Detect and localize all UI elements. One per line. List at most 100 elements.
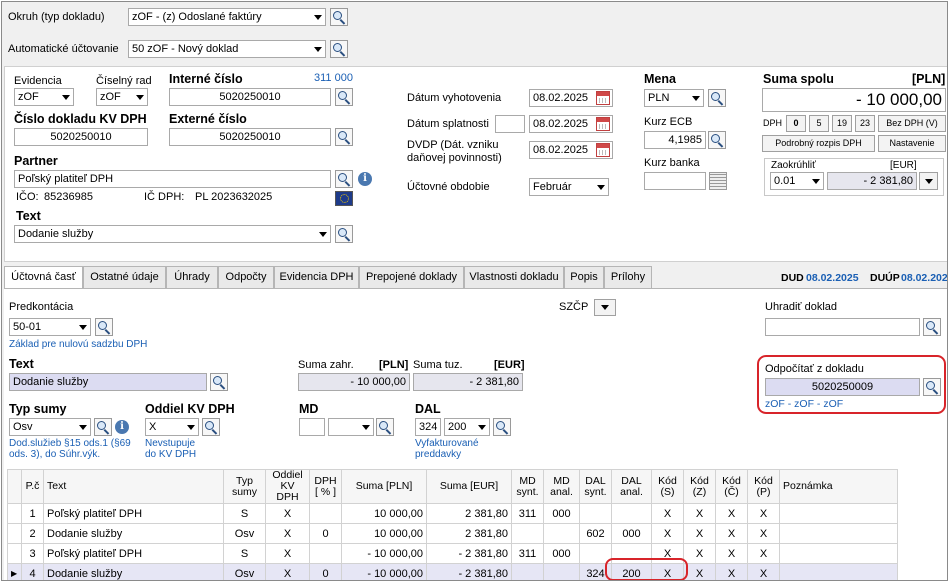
ecb-input[interactable]: 4,1985 — [644, 131, 706, 149]
table-cell[interactable]: Dodanie služby — [43, 563, 224, 580]
table-cell[interactable]: Poľský platiteľ DPH — [43, 503, 224, 524]
nastavenie-button[interactable]: Nastavenie — [878, 135, 946, 152]
table-cell[interactable]: X — [747, 563, 780, 580]
mena-select[interactable]: PLN — [644, 89, 704, 107]
table-cell[interactable]: X — [747, 543, 780, 564]
table-cell[interactable]: X — [715, 563, 748, 580]
banka-input[interactable] — [644, 172, 706, 190]
row-selector[interactable] — [7, 523, 22, 544]
interne-input[interactable]: 5020250010 — [169, 88, 331, 106]
grid-col-md-anal[interactable]: MD anal. — [543, 469, 580, 504]
sumatuz-input[interactable]: - 2 381,80 — [413, 373, 523, 391]
grid-col-poznamka[interactable]: Poznámka — [779, 469, 898, 504]
typ-lookup-icon[interactable] — [94, 418, 112, 436]
table-cell[interactable]: X — [265, 503, 310, 524]
predkont-lookup-icon[interactable] — [95, 318, 113, 336]
md-synt-input[interactable] — [299, 418, 325, 436]
table-cell[interactable]: 2 381,80 — [426, 503, 512, 524]
table-cell[interactable]: 2 381,80 — [426, 523, 512, 544]
sum-total-input[interactable]: - 10 000,00 — [762, 88, 946, 112]
szcp-dropdown-button[interactable] — [594, 299, 616, 316]
md-anal-select[interactable] — [328, 418, 374, 436]
externe-lookup-icon[interactable] — [335, 128, 353, 146]
dal-synt-input[interactable]: 324 — [415, 418, 441, 436]
table-cell[interactable]: X — [747, 503, 780, 524]
table-cell[interactable] — [309, 503, 342, 524]
table-cell[interactable]: X — [715, 523, 748, 544]
table-cell[interactable]: 311 — [511, 543, 544, 564]
tab-odpocty[interactable]: Odpočty — [218, 266, 274, 288]
table-row[interactable]: 2 Dodanie služby Osv X 0 10 000,00 2 381,80 602… — [7, 523, 898, 544]
kvdph-input[interactable]: 5020250010 — [14, 128, 148, 146]
table-cell[interactable]: X — [265, 523, 310, 544]
table-cell[interactable]: X — [715, 543, 748, 564]
table-cell[interactable]: 000 — [543, 543, 580, 564]
dvdp-calendar-icon[interactable] — [596, 143, 610, 157]
dph-rate-5-button[interactable]: 5 — [809, 115, 829, 132]
oddiel-select[interactable]: X — [145, 418, 199, 436]
okruh-lookup-icon[interactable] — [330, 8, 348, 26]
table-cell[interactable]: 2 — [21, 523, 44, 544]
partner-info-icon[interactable]: i — [358, 172, 372, 186]
vyhot-calendar-icon[interactable] — [596, 91, 610, 105]
tab-popis[interactable]: Popis — [564, 266, 604, 288]
text-select[interactable]: Dodanie služby — [14, 225, 331, 243]
okruh-select[interactable]: zOF - (z) Odoslané faktúry — [128, 8, 326, 26]
table-row[interactable]: 3 Poľský platiteľ DPH S X - 10 000,00- 2 381… — [7, 543, 898, 564]
evidencia-select[interactable]: zOF — [14, 88, 74, 106]
table-cell[interactable]: 1 — [21, 503, 44, 524]
table-cell[interactable]: X — [651, 523, 684, 544]
dph-rate-0-button[interactable]: 0 — [786, 115, 806, 132]
table-cell[interactable] — [511, 563, 544, 580]
table-cell[interactable]: 311 — [511, 503, 544, 524]
obdobie-select[interactable]: Február — [529, 178, 609, 196]
table-cell[interactable]: - 10 000,00 — [341, 543, 427, 564]
dal-lookup-icon[interactable] — [493, 418, 511, 436]
table-cell[interactable]: S — [223, 543, 266, 564]
grid-col-kod-s[interactable]: Kód (S) — [651, 469, 684, 504]
table-cell[interactable] — [779, 523, 898, 544]
tab-prepojene-doklady[interactable]: Prepojené doklady — [359, 266, 464, 288]
grid-col-suma-eur[interactable]: Suma [EUR] — [426, 469, 512, 504]
rozpis-dph-button[interactable]: Podrobný rozpis DPH — [762, 135, 875, 152]
grid-col-kod-p[interactable]: Kód (P) — [747, 469, 780, 504]
table-cell[interactable]: 0 — [309, 523, 342, 544]
table-row[interactable]: ▶ 4 Dodanie služby Osv X 0- 10 000,00- 2 381,… — [7, 563, 898, 580]
table-cell[interactable]: X — [747, 523, 780, 544]
uhradit-lookup-icon[interactable] — [923, 318, 941, 336]
grid-col-kod-z[interactable]: Kód (Z) — [683, 469, 716, 504]
table-cell[interactable]: X — [683, 503, 716, 524]
table-cell[interactable]: - 2 381,80 — [426, 563, 512, 580]
uhradit-input[interactable] — [765, 318, 920, 336]
table-cell[interactable]: Poľský platiteľ DPH — [43, 543, 224, 564]
tab-evidencia-dph[interactable]: Evidencia DPH — [274, 266, 359, 288]
dph-rate-19-button[interactable]: 19 — [832, 115, 852, 132]
table-cell[interactable]: X — [683, 523, 716, 544]
md-lookup-icon[interactable] — [376, 418, 394, 436]
table-cell[interactable]: Osv — [223, 523, 266, 544]
row-selector[interactable] — [7, 503, 22, 524]
table-cell[interactable] — [579, 503, 612, 524]
table-cell[interactable]: 602 — [579, 523, 612, 544]
tab-vlastnosti-dokladu[interactable]: Vlastnosti dokladu — [464, 266, 564, 288]
zaokr-dropdown-button[interactable] — [919, 172, 938, 190]
table-cell[interactable]: Osv — [223, 563, 266, 580]
tab-ostatne-udaje[interactable]: Ostatné údaje — [83, 266, 166, 288]
grid-col-dal-anal[interactable]: DAL anal. — [611, 469, 652, 504]
text-lookup-icon[interactable] — [335, 225, 353, 243]
table-cell[interactable]: - 2 381,80 — [426, 543, 512, 564]
table-cell[interactable]: X — [683, 563, 716, 580]
auto-select[interactable]: 50 zOF - Nový doklad — [128, 40, 326, 58]
grid-col-kod-c[interactable]: Kód (Č) — [715, 469, 748, 504]
tab-uhrady[interactable]: Úhrady — [166, 266, 218, 288]
row-pointer-icon[interactable]: ▶ — [7, 563, 22, 580]
auto-lookup-icon[interactable] — [330, 40, 348, 58]
externe-input[interactable]: 5020250010 — [169, 128, 331, 146]
oddiel-lookup-icon[interactable] — [202, 418, 220, 436]
ucto-text-input[interactable]: Dodanie služby — [9, 373, 207, 391]
table-cell[interactable] — [543, 523, 580, 544]
table-cell[interactable]: X — [265, 563, 310, 580]
grid-col-dal-synt[interactable]: DAL synt. — [579, 469, 612, 504]
bez-dph-button[interactable]: Bez DPH (V) — [878, 115, 946, 132]
grid-col-text[interactable]: Text — [43, 469, 224, 504]
